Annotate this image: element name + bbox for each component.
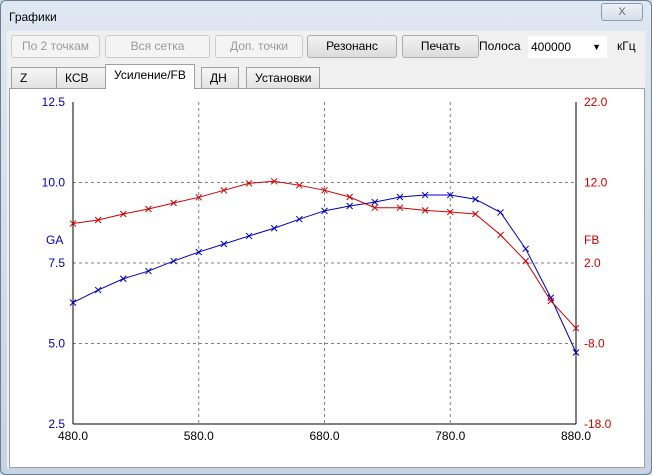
gain-fb-chart: 480.0 580.0 680.0 780.0 880.0 12.5 10.0 7.5 5.0 2… — [42, 95, 612, 443]
y2-axis-label: FB — [584, 233, 599, 247]
y-tick-label: 12.5 — [42, 95, 66, 109]
tab-gain-fb[interactable]: Усиление/FB — [105, 64, 195, 89]
x-tick-label: 480.0 — [58, 429, 88, 443]
window-client: По 2 точкам Вся сетка Доп. точки Резонан… — [7, 31, 645, 468]
y-tick-label: 2.5 — [48, 417, 65, 431]
data-point-ga — [145, 267, 152, 275]
print-button[interactable]: Печать — [402, 35, 479, 58]
y2-tick-label: 12.0 — [584, 176, 608, 190]
chart-panel: 480.0 580.0 680.0 780.0 880.0 12.5 10.0 7.5 5.0 2… — [9, 88, 645, 468]
graphs-window: Графики X По 2 точкам Вся сетка Доп. точ… — [0, 0, 652, 475]
data-point-fb — [497, 231, 504, 239]
chevron-down-icon: ▼ — [592, 42, 601, 52]
tab-settings[interactable]: Установки — [246, 67, 321, 88]
data-point-fb — [346, 193, 354, 201]
tab-pattern[interactable]: ДН — [201, 67, 239, 88]
data-point-ga — [522, 245, 530, 253]
data-point-ga — [270, 224, 278, 232]
band-select[interactable]: 400000 ▼ — [527, 35, 608, 59]
band-label: Полоса — [479, 39, 521, 53]
tab-z[interactable]: Z — [11, 67, 57, 88]
tab-swr[interactable]: КСВ — [56, 67, 106, 88]
data-point-ga — [295, 215, 303, 223]
extra-points-button[interactable]: Доп. точки — [215, 35, 303, 58]
y-tick-label: 5.0 — [48, 337, 65, 351]
y-tick-label: 10.0 — [42, 176, 66, 190]
x-tick-label: 780.0 — [435, 429, 465, 443]
data-point-fb — [220, 186, 228, 194]
close-button[interactable]: X — [601, 3, 643, 21]
window-title: Графики — [9, 10, 57, 24]
data-point-ga — [245, 232, 253, 240]
data-point-ga — [170, 257, 177, 265]
data-point-ga — [497, 209, 504, 216]
unit-label: кГц — [617, 39, 636, 53]
data-point-ga — [220, 240, 228, 248]
y2-tick-label: 22.0 — [584, 95, 608, 109]
data-point-ga — [94, 286, 102, 294]
y-tick-label: 7.5 — [48, 256, 65, 270]
y2-tick-label: -8.0 — [584, 337, 605, 351]
y2-tick-label: -18.0 — [584, 417, 612, 431]
resonance-button[interactable]: Резонанс — [307, 35, 397, 58]
full-grid-button[interactable]: Вся сетка — [105, 35, 210, 58]
y2-tick-label: 2.0 — [584, 256, 601, 270]
x-tick-label: 880.0 — [561, 429, 591, 443]
x-tick-label: 580.0 — [184, 429, 214, 443]
band-value: 400000 — [531, 40, 572, 54]
two-points-button[interactable]: По 2 точкам — [11, 35, 100, 58]
data-point-ga — [119, 275, 127, 283]
y-axis-label: GA — [46, 233, 63, 247]
x-tick-label: 680.0 — [309, 429, 339, 443]
